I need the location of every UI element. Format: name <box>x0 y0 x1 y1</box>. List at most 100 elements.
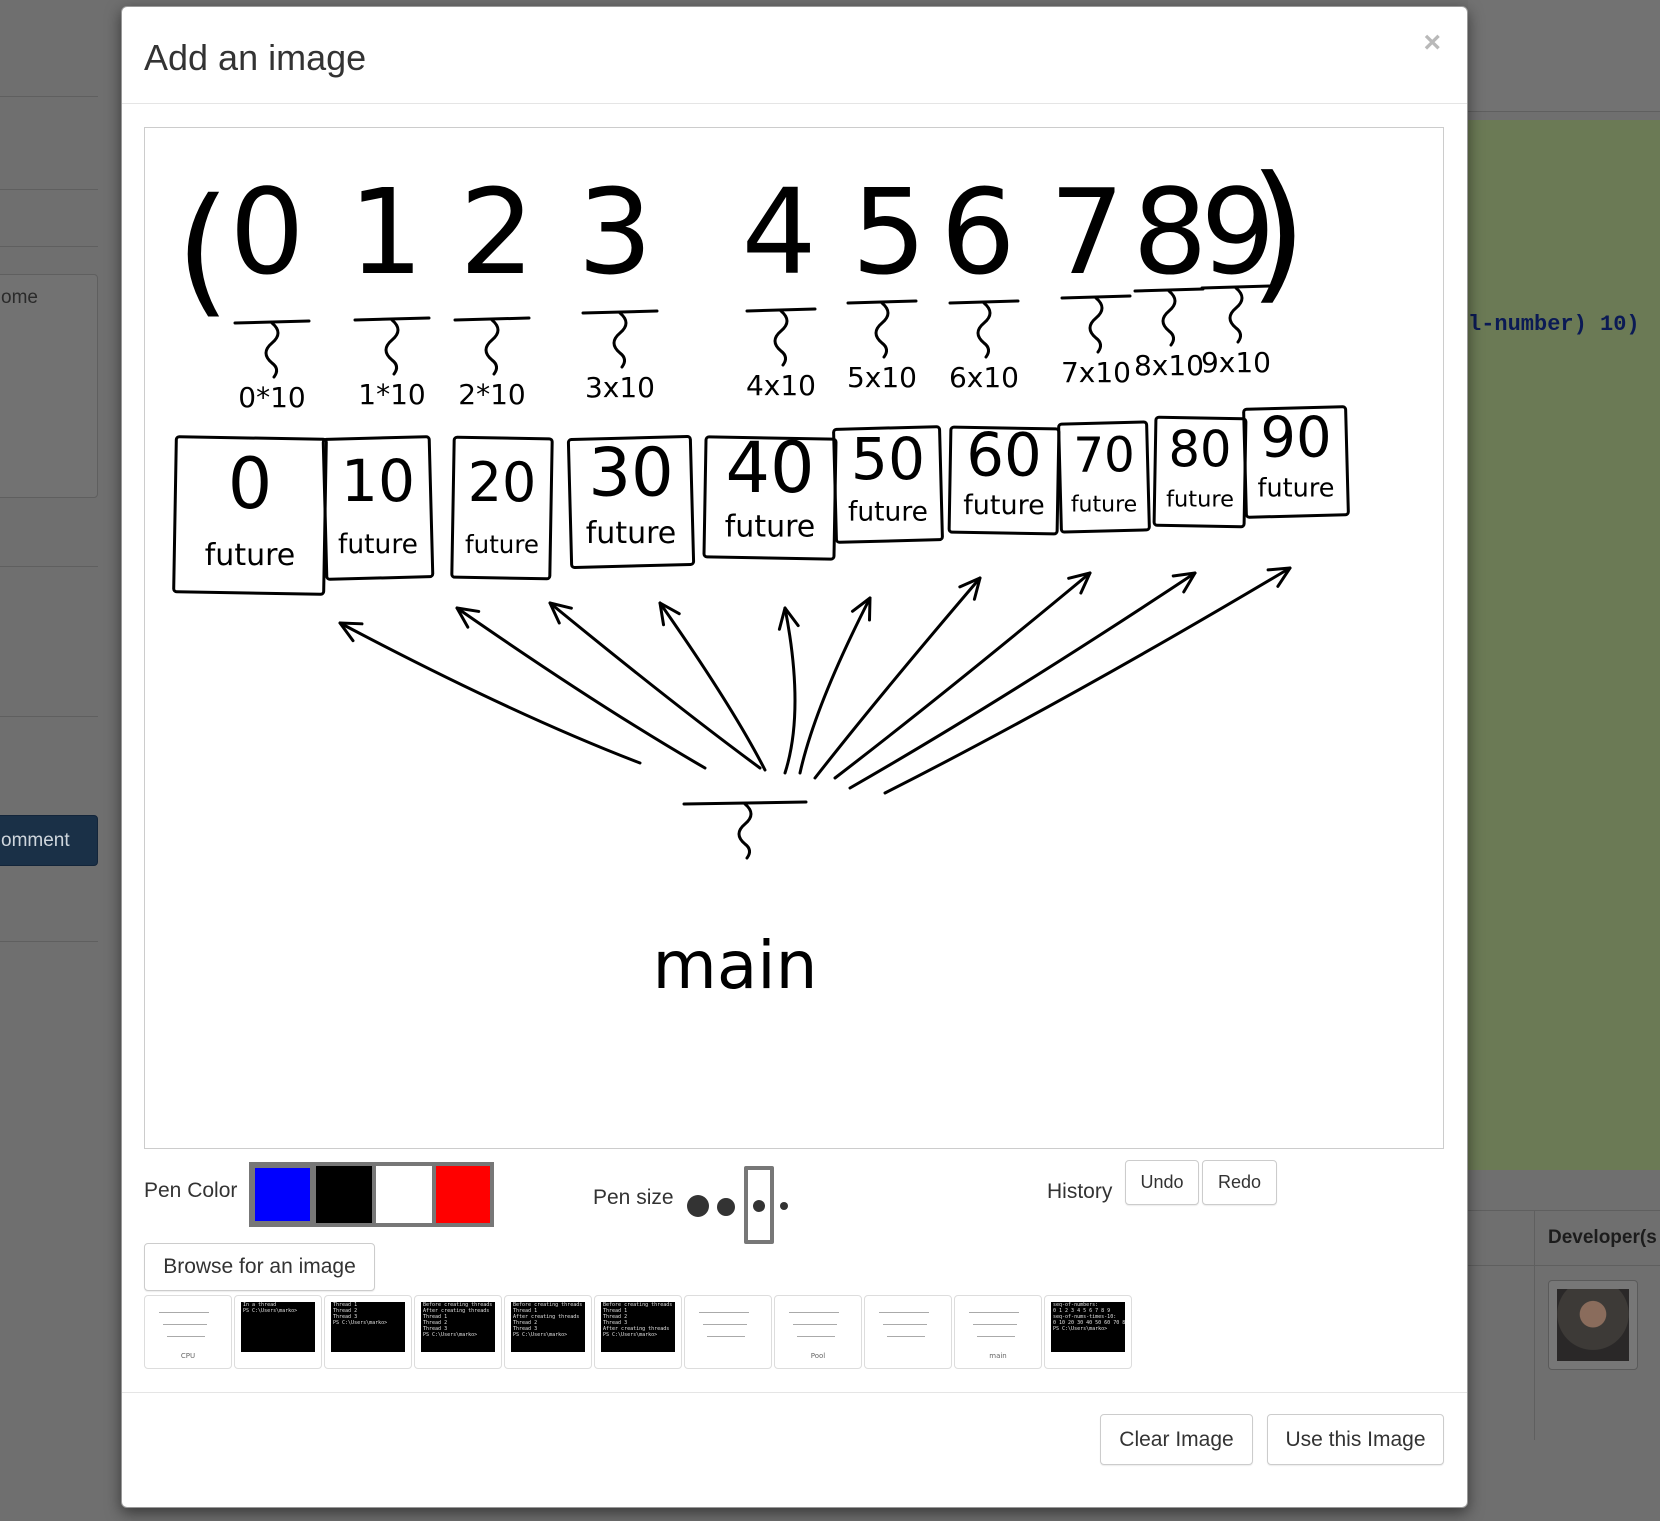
thumbnail-sketch-stroke <box>797 1336 835 1337</box>
divider <box>0 96 98 97</box>
image-thumbnail[interactable]: Pool <box>774 1295 862 1369</box>
thumbnail-sketch-stroke <box>703 1324 747 1325</box>
future-label-9: future <box>1258 474 1335 504</box>
future-label-0: future <box>205 538 295 573</box>
thumbnail-preview: In a thread PS C:\Users\marko> <box>241 1302 315 1352</box>
background-header-strip <box>1468 0 1660 112</box>
future-label-5: future <box>848 497 928 528</box>
thumbnail-preview <box>691 1302 765 1362</box>
divider <box>0 716 98 717</box>
thumbnail-sketch-stroke <box>789 1312 839 1313</box>
thumbnail-sketch-stroke <box>707 1336 745 1337</box>
pen-size-label: Pen size <box>593 1186 674 1209</box>
undo-button[interactable]: Undo <box>1125 1160 1199 1205</box>
thread-2-stroke <box>484 318 500 376</box>
thumbnail-sketch-stroke <box>793 1324 837 1325</box>
image-thumbnail[interactable] <box>684 1295 772 1369</box>
thread-7-stroke <box>1088 296 1104 354</box>
pen-color-label: Pen Color <box>144 1179 238 1202</box>
thumbnail-preview: CPU <box>151 1302 225 1362</box>
thumbnail-preview: Thread 1 Thread 2 Thread 3 PS C:\Users\mark… <box>331 1302 405 1352</box>
result-value-2: 20 <box>468 451 537 514</box>
pen-color-palette <box>249 1162 494 1227</box>
digit-5: 5 <box>851 163 926 301</box>
modal-title: Add an image <box>144 37 367 78</box>
pen-color-red-swatch[interactable] <box>434 1164 492 1225</box>
image-thumbnail[interactable]: CPU <box>144 1295 232 1369</box>
thumbnail-sketch-stroke <box>879 1312 929 1313</box>
thumbnail-text-line: Pool <box>810 1352 826 1360</box>
digit-0: 0 <box>229 163 304 301</box>
pen-color-white-swatch[interactable] <box>374 1164 434 1225</box>
thumbnail-sketch-stroke <box>969 1312 1019 1313</box>
pen-size-small-option[interactable] <box>753 1200 765 1212</box>
avatar <box>1548 1280 1638 1370</box>
thread-4-stroke <box>773 309 789 367</box>
background-code-text: l-number) 10) <box>1468 312 1640 337</box>
image-thumbnail[interactable]: Thread 1 Thread 2 Thread 3 PS C:\Users\mark… <box>324 1295 412 1369</box>
background-comment-textarea: ome <box>0 274 98 498</box>
thread-3-stroke <box>612 311 628 369</box>
thumbnail-preview: Pool <box>781 1302 855 1362</box>
future-label-2: future <box>465 530 539 559</box>
digit-4: 4 <box>741 163 816 301</box>
spawn-arrow-4 <box>783 606 797 775</box>
digit-9: 9 <box>1200 163 1275 301</box>
result-value-8: 80 <box>1169 421 1232 479</box>
thumbnail-preview: main <box>961 1302 1035 1362</box>
digit-3: 3 <box>577 163 652 301</box>
drawing-svg: ()0 1 2 3 4 5 6 7 890*10 1*10 2*10 3x10 4x10 5x10 6x10… <box>172 145 1350 1004</box>
divider <box>0 246 98 247</box>
future-label-4: future <box>725 509 815 544</box>
thumbnail-preview: Before creating threads Thread 1 After cre… <box>511 1302 585 1352</box>
pen-color-blue-swatch[interactable] <box>251 1164 314 1225</box>
spawn-arrow-0 <box>338 621 642 765</box>
close-button[interactable]: × <box>1417 27 1447 59</box>
thumbnail-text-line: PS C:\Users\marko> <box>513 1332 568 1338</box>
thread-0-stroke <box>264 321 280 379</box>
thumbnail-sketch-stroke <box>167 1336 205 1337</box>
clear-image-button[interactable]: Clear Image <box>1100 1414 1253 1465</box>
use-image-button[interactable]: Use this Image <box>1267 1414 1444 1465</box>
result-value-7: 70 <box>1073 428 1135 484</box>
background-code-block: l-number) 10) <box>1468 120 1660 1170</box>
divider <box>0 941 98 942</box>
background-table-header: Developer(s <box>1468 1210 1660 1266</box>
pen-size-large-option[interactable] <box>687 1195 709 1217</box>
spawn-arrowhead-1 <box>455 606 481 629</box>
product-label-7: 7x10 <box>1061 356 1131 389</box>
pen-size-tiny-option[interactable] <box>780 1202 788 1210</box>
image-thumbnail[interactable]: Before creating threads Thread 1 After cre… <box>504 1295 592 1369</box>
browse-image-button[interactable]: Browse for an image <box>144 1243 375 1291</box>
thread-1-stroke <box>384 318 400 376</box>
pen-size-selector <box>687 1162 807 1244</box>
thread-6-stroke <box>976 301 992 359</box>
product-label-9: 9x10 <box>1201 346 1271 379</box>
product-label-1: 1*10 <box>358 378 425 411</box>
background-textarea-text: ome <box>1 287 38 308</box>
future-label-7: future <box>1071 493 1137 518</box>
image-thumbnail[interactable]: main <box>954 1295 1042 1369</box>
digit-2: 2 <box>459 163 534 301</box>
modal-header: Add an image × <box>122 7 1467 104</box>
image-thumbnail[interactable] <box>864 1295 952 1369</box>
future-label-1: future <box>338 529 418 560</box>
product-label-0: 0*10 <box>238 381 305 414</box>
thumbnail-text-line: CPU <box>180 1352 196 1360</box>
thumbnail-preview <box>871 1302 945 1362</box>
spawn-arrow-1 <box>455 606 707 770</box>
recent-images-strip: CPU In a thread PS C:\Users\marko> Thread 1… <box>144 1295 1134 1369</box>
image-thumbnail[interactable]: In a thread PS C:\Users\marko> <box>234 1295 322 1369</box>
image-thumbnail[interactable]: seq-of-numbers: 0 1 2 3 4 5 6 7 8 9 seq-of… <box>1044 1295 1132 1369</box>
product-label-5: 5x10 <box>847 361 917 394</box>
product-label-6: 6x10 <box>949 361 1019 394</box>
image-thumbnail[interactable]: Before creating threads Thread 1 Thread 2T… <box>594 1295 682 1369</box>
drawing-canvas[interactable]: () 0 1 2 3 4 5 6 7 8 9 0*10 1*10 2*10 3x10 4x10 5x10 6x10… <box>144 127 1444 1149</box>
redo-button[interactable]: Redo <box>1202 1160 1277 1205</box>
result-value-1: 10 <box>341 447 415 515</box>
spawn-arrowhead-9 <box>1266 566 1292 588</box>
spawn-arrow-9 <box>883 566 1292 795</box>
pen-size-medium-option[interactable] <box>717 1198 735 1216</box>
pen-color-black-swatch[interactable] <box>314 1164 374 1225</box>
image-thumbnail[interactable]: Before creating threads After creating th… <box>414 1295 502 1369</box>
